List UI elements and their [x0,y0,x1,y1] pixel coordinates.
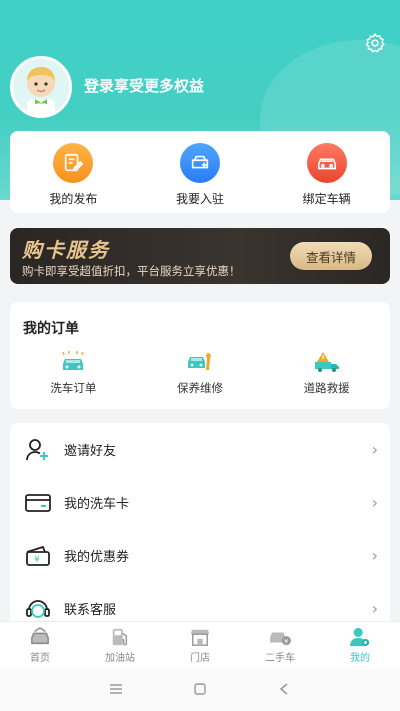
view-details-button[interactable]: 查看详情 [290,242,372,270]
quick-action-my-posts[interactable]: 我的发布 [10,131,137,213]
menu-item-label: 邀请好友 [64,444,117,459]
chevron-right-icon: › [371,493,378,512]
customer-service-icon [22,595,54,623]
quick-action-join[interactable]: 我要入驻 [137,131,264,213]
quick-action-bind-car[interactable]: 绑定车辆 [263,131,390,213]
road-rescue-icon [314,352,339,372]
edit-doc-icon [53,143,94,183]
car-icon [306,143,347,183]
menu-item-label: 联系客服 [64,603,117,618]
home-button-icon[interactable] [158,683,242,695]
order-road-rescue[interactable]: 道路救援 [263,350,390,396]
system-nav-bar [0,667,400,711]
car-add-icon [180,143,220,183]
order-label: 保养维修 [177,381,223,395]
chevron-right-icon: › [371,546,378,565]
used-car-icon: ¥ [270,632,291,645]
avatar[interactable] [10,56,72,118]
my-orders-card: 我的订单 洗车订单 保养维修 道路救援 [10,302,390,409]
order-car-wash[interactable]: 洗车订单 [10,350,137,396]
orders-title: 我的订单 [23,321,79,337]
bottom-tab-bar: 首页 加油站 门店 ¥ 二手车 我的 [0,621,400,667]
card-purchase-banner[interactable]: 购卡服务 购卡即享受超值折扣，平台服务立享优惠！ 查看详情 [10,228,390,284]
quick-action-label: 绑定车辆 [302,192,351,206]
menu-item-label: 我的优惠券 [64,550,130,565]
menu-list: 邀请好友 › 我的洗车卡 › ¥ 我的优惠券 › 联系客服 › [10,423,390,633]
menu-item-coupons[interactable]: ¥ 我的优惠券 › [10,529,390,582]
card-icon [22,489,54,517]
add-friend-icon [22,436,54,464]
profile-icon [350,627,370,647]
menu-item-invite-friends[interactable]: 邀请好友 › [10,423,390,476]
tab-gas-station[interactable]: 加油站 [80,622,160,667]
avatar-face-icon [13,59,69,115]
tab-used-car[interactable]: ¥ 二手车 [240,622,320,667]
svg-text:¥: ¥ [284,638,288,645]
menu-item-wash-card[interactable]: 我的洗车卡 › [10,476,390,529]
car-wash-icon [62,351,85,370]
banner-title: 购卡服务 [22,238,110,262]
quick-actions-card: 我的发布 我要入驻 绑定车辆 [10,131,390,213]
gas-station-icon [112,628,128,646]
tab-store[interactable]: 门店 [160,622,240,667]
tab-home[interactable]: 首页 [0,622,80,667]
quick-action-label: 我要入驻 [176,192,225,206]
coupon-icon: ¥ [22,542,54,570]
tab-label: 我的 [350,653,370,664]
order-maintenance[interactable]: 保养维修 [137,350,264,396]
recent-apps-icon[interactable] [74,684,158,694]
tab-label: 二手车 [265,653,295,664]
menu-item-label: 我的洗车卡 [64,497,130,512]
tab-profile[interactable]: 我的 [320,622,400,667]
tab-label: 首页 [30,653,50,664]
login-prompt[interactable]: 登录享受更多权益 [84,75,204,96]
home-car-icon [31,627,49,645]
maintenance-icon [188,353,211,370]
quick-action-label: 我的发布 [49,192,98,206]
settings-gear-icon[interactable] [364,32,386,54]
svg-text:¥: ¥ [34,555,40,565]
back-icon[interactable] [242,683,326,695]
store-icon [190,629,210,646]
chevron-right-icon: › [371,599,378,618]
tab-label: 加油站 [105,653,135,664]
tab-label: 门店 [190,653,210,664]
order-label: 洗车订单 [50,381,97,395]
order-label: 道路救援 [303,381,350,395]
banner-subtitle: 购卡即享受超值折扣，平台服务立享优惠！ [22,264,241,278]
chevron-right-icon: › [371,440,378,459]
